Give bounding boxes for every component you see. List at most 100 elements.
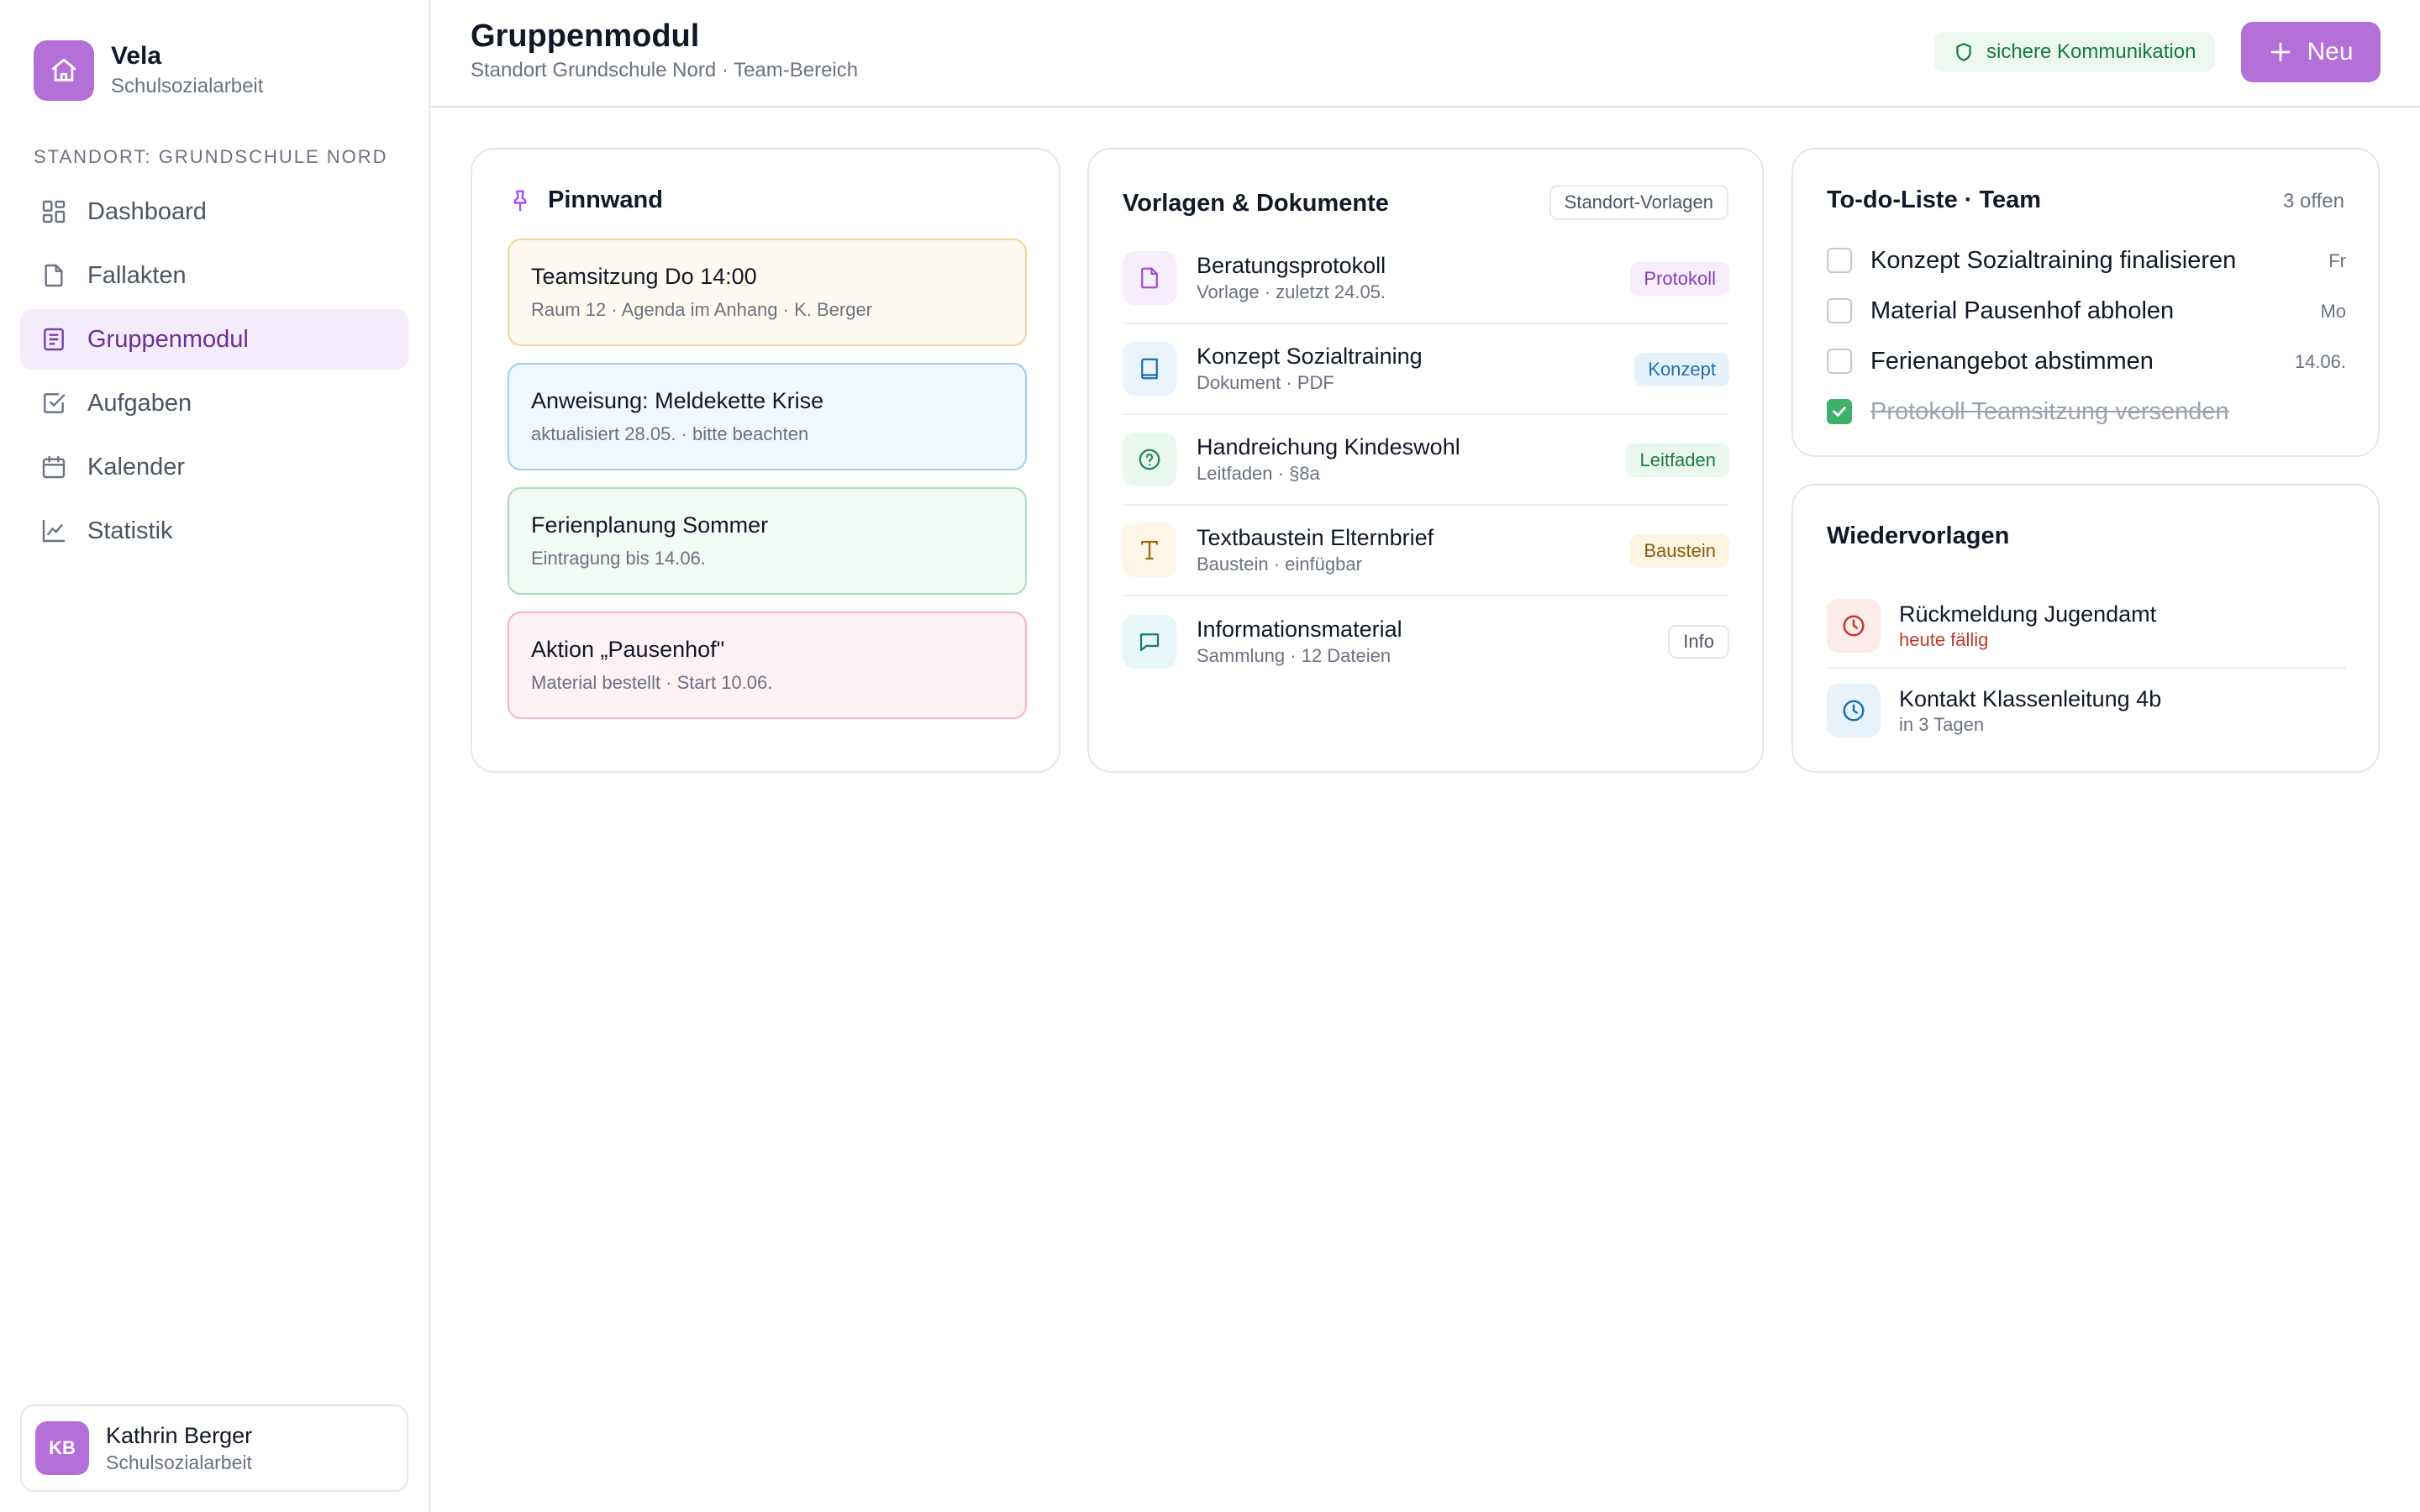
sidebar-item-label: Fallakten [87,261,187,289]
note-meta: Raum 12 · Agenda im Anhang · K. Berger [531,299,873,320]
brand-subtitle: Schulsozialarbeit [111,75,264,97]
document-name: Beratungsprotokoll [1197,253,1386,278]
user-role: Schulsozialarbeit [106,1452,252,1473]
list-item[interactable]: Konzept Sozialtraining Dokument · PDF Ko… [1123,324,1729,415]
checklist-icon [40,390,67,417]
reminder-name: Rückmeldung Jugendamt [1899,601,2157,627]
todo-due: 14.06. [2294,351,2346,372]
secure-badge-label: sichere Kommunikation [1986,40,2196,63]
todo-title: To-do-Liste · Team [1827,186,2042,213]
calendar-icon [40,454,67,480]
clock-icon [1827,599,1881,653]
check-icon [1833,407,1846,417]
help-circle-icon [1123,433,1176,486]
document-name: Informationsmaterial [1197,617,1402,642]
home-icon [34,40,94,101]
todo-item: Protokoll Teamsitzung versenden [1827,386,2346,437]
pinboard-note[interactable]: Anweisung: Meldekette Krise aktualisiert… [508,363,1027,470]
sidebar-item-label: Kalender [87,453,186,480]
dashboard-icon [40,198,67,225]
new-button-label: Neu [2307,38,2354,66]
avatar: KB [35,1421,89,1475]
document-meta: Dokument · PDF [1197,372,1334,393]
location-templates-chip[interactable]: Standort-Vorlagen [1549,185,1728,220]
documents-list: Beratungsprotokoll Vorlage · zuletzt 24.… [1123,234,1729,687]
sidebar-item-dashboard[interactable]: Dashboard [20,181,408,242]
page-header: Gruppenmodul Standort Grundschule Nord ·… [430,0,2420,108]
todo-label: Konzept Sozialtraining finalisieren [1870,246,2237,274]
pinboard-note[interactable]: Ferienplanung Sommer Eintragung bis 14.0… [508,487,1027,595]
todo-checkbox[interactable] [1827,298,1852,323]
sidebar-item-label: Aufgaben [87,389,192,417]
note-title: Aktion „Pausenhof" [531,637,725,662]
brand-name: Vela [111,42,162,70]
documents-card: Vorlagen & Dokumente Standort-Vorlagen B… [1087,148,1764,773]
todo-checkbox[interactable] [1827,349,1852,374]
sidebar-item-statistik[interactable]: Statistik [20,501,408,561]
document-meta: Leitfaden · §8a [1197,463,1320,484]
note-title: Teamsitzung Do 14:00 [531,264,757,289]
todo-item: Material Pausenhof abholen Mo [1827,286,2346,336]
document-tag: Leitfaden [1626,444,1729,477]
group-module-icon [40,326,67,353]
documents-title: Vorlagen & Dokumente [1123,190,1389,217]
list-item[interactable]: Handreichung Kindeswohl Leitfaden · §8a … [1123,415,1729,506]
list-item[interactable]: Informationsmaterial Sammlung · 12 Datei… [1123,596,1729,687]
chart-icon [40,517,67,544]
user-profile[interactable]: KB Kathrin Berger Schulsozialarbeit [20,1404,408,1492]
list-item[interactable]: Kontakt Klassenleitung 4b in 3 Tagen [1827,669,2346,753]
todo-due: Fr [2328,250,2346,271]
sidebar-item-label: Gruppenmodul [87,325,249,353]
sidebar-item-label: Dashboard [87,197,207,225]
todo-item: Ferienangebot abstimmen 14.06. [1827,336,2346,386]
todo-label: Material Pausenhof abholen [1870,297,2175,324]
document-name: Konzept Sozialtraining [1197,344,1423,369]
document-icon [1123,251,1176,305]
shield-icon [1953,41,1975,63]
document-meta: Sammlung · 12 Dateien [1197,645,1392,666]
sidebar-item-kalender[interactable]: Kalender [20,437,408,497]
text-icon [1123,523,1176,577]
document-meta: Vorlage · zuletzt 24.05. [1197,281,1386,302]
list-item[interactable]: Rückmeldung Jugendamt heute fällig [1827,585,2346,669]
document-meta: Baustein · einfügbar [1197,554,1362,575]
sidebar-item-gruppenmodul[interactable]: Gruppenmodul [20,309,408,370]
note-title: Ferienplanung Sommer [531,512,769,538]
pinboard-note[interactable]: Aktion „Pausenhof" Material bestellt · S… [508,612,1027,719]
page-title: Gruppenmodul [471,18,700,54]
file-icon [40,262,67,289]
brand[interactable]: Vela Schulsozialarbeit [34,40,263,101]
pinboard-note[interactable]: Teamsitzung Do 14:00 Raum 12 · Agenda im… [508,239,1027,346]
document-tag: Baustein [1630,534,1729,568]
todo-label: Ferienangebot abstimmen [1870,347,2154,375]
location-label: Standort: Grundschule Nord [34,146,388,167]
sidebar: Vela Schulsozialarbeit Standort: Grundsc… [0,0,430,1512]
list-item[interactable]: Beratungsprotokoll Vorlage · zuletzt 24.… [1123,234,1729,324]
note-title: Anweisung: Meldekette Krise [531,388,824,413]
user-name: Kathrin Berger [106,1423,253,1448]
reminder-name: Kontakt Klassenleitung 4b [1899,686,2162,711]
sidebar-item-fallakten[interactable]: Fallakten [20,245,408,306]
note-meta: Material bestellt · Start 10.06. [531,672,773,693]
pinboard-title: Pinnwand [548,186,663,213]
pin-icon [508,188,533,213]
todo-checkbox[interactable] [1827,399,1852,424]
reminders-list: Rückmeldung Jugendamt heute fällig Konta… [1827,585,2346,753]
reminders-title: Wiedervorlagen [1827,522,2010,549]
sidebar-item-label: Statistik [87,517,173,544]
document-tag: Info [1668,625,1729,659]
book-icon [1123,342,1176,396]
new-button[interactable]: Neu [2241,22,2381,82]
document-name: Handreichung Kindeswohl [1197,434,1460,459]
clock-icon [1827,684,1881,738]
todo-open-count: 3 offen [2283,190,2344,213]
message-icon [1123,615,1176,669]
note-meta: Eintragung bis 14.06. [531,548,706,569]
sidebar-item-aufgaben[interactable]: Aufgaben [20,373,408,433]
list-item[interactable]: Textbaustein Elternbrief Baustein · einf… [1123,506,1729,596]
todo-label: Protokoll Teamsitzung versenden [1870,397,2229,425]
pinboard-card: Pinnwand Teamsitzung Do 14:00 Raum 12 · … [471,148,1060,773]
plus-icon [2268,39,2293,65]
todo-checkbox[interactable] [1827,248,1852,273]
secure-communication-badge: sichere Kommunikation [1934,32,2215,72]
